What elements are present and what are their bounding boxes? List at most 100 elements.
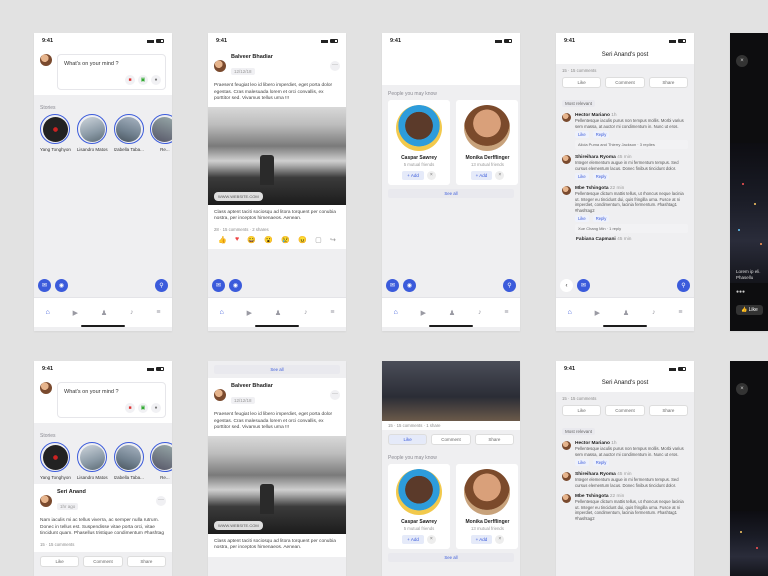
comment-reply-button[interactable]: Reply (592, 459, 610, 466)
bell-icon[interactable]: ♪ (652, 309, 656, 316)
avatar[interactable] (562, 441, 571, 450)
friends-icon[interactable]: ♟ (623, 309, 629, 317)
comment-icon[interactable]: ▢ (315, 236, 322, 244)
post-author[interactable]: Balveer Bhadiar (231, 54, 273, 60)
composer-input[interactable]: What's on your mind ? ■ ▣ ● (57, 54, 166, 90)
comment-like-button[interactable]: Like (575, 459, 589, 466)
pymk-name[interactable]: Caspar Sawrey (391, 519, 447, 525)
home-icon[interactable]: ⌂ (567, 309, 571, 316)
home-icon[interactable]: ⌂ (219, 309, 223, 316)
like-button[interactable]: Like (388, 434, 428, 445)
avatar[interactable] (562, 472, 571, 481)
story-item[interactable]: Re... (149, 114, 172, 152)
story-item[interactable]: Yang Tonghyon (40, 442, 71, 480)
more-icon[interactable]: ··· (330, 390, 340, 400)
post-photo[interactable]: WWW.WEBSITE.COM (208, 106, 346, 205)
camera-icon[interactable]: ◉ (55, 279, 68, 292)
like-button[interactable]: Like (40, 555, 80, 567)
messenger-icon[interactable]: ✉ (386, 279, 399, 292)
pymk-name[interactable]: Monika Derfflinger (459, 519, 515, 525)
menu-icon[interactable]: ≡ (156, 309, 160, 316)
sad-reaction-icon[interactable]: 😢 (281, 236, 290, 244)
pymk-name[interactable]: Caspar Sawrey (391, 155, 447, 161)
post-link[interactable]: WWW.WEBSITE.COM (214, 520, 263, 530)
bell-icon[interactable]: ♪ (130, 309, 134, 316)
post-photo[interactable]: WWW.WEBSITE.COM (208, 435, 346, 534)
search-icon[interactable]: ⚲ (503, 279, 516, 292)
share-button[interactable]: Share (126, 555, 166, 567)
video-icon[interactable]: ▶ (595, 309, 600, 317)
share-button[interactable]: Share (474, 434, 514, 445)
comment-like-button[interactable]: Like (575, 173, 589, 180)
avatar[interactable] (562, 186, 571, 195)
angry-reaction-icon[interactable]: 😠 (298, 236, 307, 244)
avatar[interactable] (562, 494, 571, 503)
post-meta[interactable]: 28 · 15 comments · 2 shares (214, 227, 340, 232)
share-icon[interactable]: ↪ (330, 236, 336, 244)
comment-reply-button[interactable]: Reply (592, 215, 610, 222)
profile-photo[interactable] (396, 469, 442, 515)
comment-button[interactable]: Comment (605, 405, 645, 416)
location-icon[interactable]: ● (151, 403, 161, 413)
more-icon[interactable]: ··· (156, 496, 166, 506)
home-icon[interactable]: ⌂ (45, 309, 49, 316)
add-friend-button[interactable]: + Add (470, 535, 493, 544)
avatar[interactable] (562, 113, 571, 122)
post-meta[interactable]: 15 · 15 comments · 1 share (382, 421, 520, 430)
see-all-button[interactable]: See all (214, 365, 340, 374)
video-thumbnail[interactable] (382, 361, 520, 421)
avatar[interactable] (40, 495, 52, 507)
friends-icon[interactable]: ♟ (101, 309, 107, 317)
like-button[interactable]: Like (562, 405, 602, 416)
search-icon[interactable]: ⚲ (155, 279, 168, 292)
like-reaction-icon[interactable]: 👍 (218, 236, 227, 244)
sort-dropdown[interactable]: Most relevant (562, 100, 596, 107)
post-meta[interactable]: 15 · 15 comments (40, 542, 166, 547)
story-item[interactable]: Lisandro Matos (77, 442, 108, 480)
comment-like-button[interactable]: Like (575, 215, 589, 222)
avatar[interactable] (40, 54, 52, 66)
add-friend-button[interactable]: + Add (470, 171, 493, 180)
add-friend-button[interactable]: + Add (402, 171, 424, 180)
share-button[interactable]: Share (648, 77, 688, 88)
profile-photo[interactable] (396, 105, 442, 151)
like-button[interactable]: 👍 Like (736, 305, 763, 315)
location-icon[interactable]: ● (151, 75, 161, 85)
video-frame[interactable] (730, 143, 768, 283)
camera-icon[interactable]: ◉ (229, 279, 242, 292)
video-frame[interactable] (730, 511, 768, 576)
video-icon[interactable]: ▶ (421, 309, 426, 317)
pymk-carousel[interactable]: Caspar Sawrey 5 mutual friends + Add × Mo… (382, 100, 520, 185)
comment-button[interactable]: Comment (83, 555, 123, 567)
profile-photo[interactable] (464, 469, 511, 515)
live-video-icon[interactable]: ■ (125, 403, 135, 413)
bell-icon[interactable]: ♪ (304, 309, 308, 316)
live-video-icon[interactable]: ■ (125, 75, 135, 85)
avatar[interactable] (214, 60, 226, 72)
like-button[interactable]: Like (562, 77, 602, 88)
messenger-icon[interactable]: ✉ (212, 279, 225, 292)
composer-input[interactable]: What's on your mind ? ■ ▣ ● (57, 382, 166, 418)
video-icon[interactable]: ▶ (73, 309, 78, 317)
avatar[interactable] (40, 382, 52, 394)
more-icon[interactable]: ··· (330, 61, 340, 71)
menu-icon[interactable]: ≡ (504, 309, 508, 316)
photo-icon[interactable]: ▣ (138, 75, 148, 85)
haha-reaction-icon[interactable]: 😄 (247, 236, 256, 244)
story-item[interactable]: Izabella Taba... (114, 442, 144, 480)
close-icon[interactable]: × (495, 171, 505, 180)
video-icon[interactable]: ▶ (247, 309, 252, 317)
replies-link[interactable]: Xue Chang Min · 1 reply (575, 224, 688, 233)
search-icon[interactable]: ⚲ (677, 279, 690, 292)
camera-icon[interactable]: ◉ (403, 279, 416, 292)
close-icon[interactable]: × (426, 535, 436, 544)
avatar[interactable] (562, 155, 571, 164)
see-all-button[interactable]: See all (388, 189, 514, 198)
comment-reply-button[interactable]: Reply (592, 173, 610, 180)
comment-like-button[interactable]: Like (575, 131, 589, 138)
pymk-name[interactable]: Monika Derfflinger (459, 155, 515, 161)
comment-button[interactable]: Comment (431, 434, 471, 445)
photo-icon[interactable]: ▣ (138, 403, 148, 413)
replies-link[interactable]: Alicia Puma and Thierry Jackson · 3 repl… (575, 140, 688, 149)
comment-reply-button[interactable]: Reply (592, 131, 610, 138)
